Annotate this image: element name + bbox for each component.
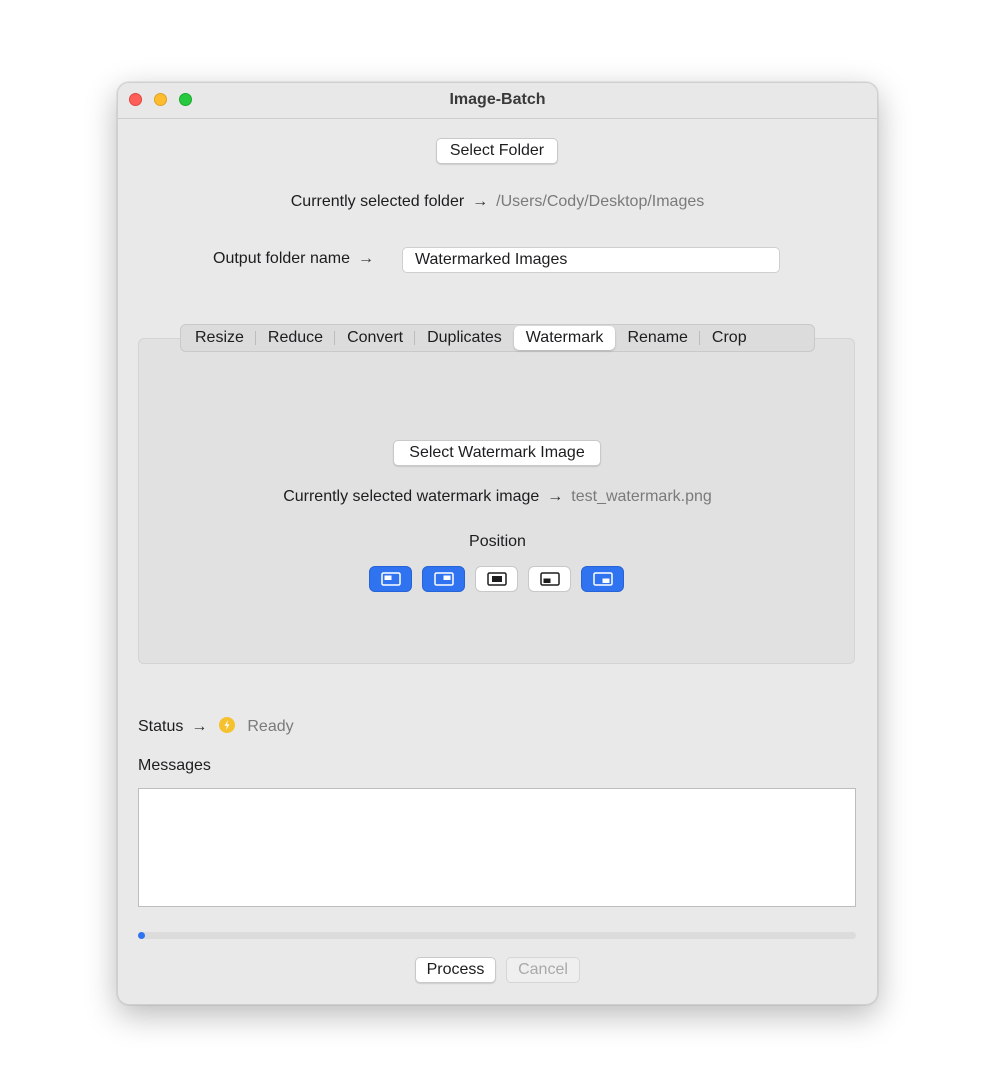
progress-bar-fill [138,932,145,939]
bottom-right-position-icon [592,572,613,586]
tab-reduce[interactable]: Reduce [256,326,336,350]
select-folder-button[interactable]: Select Folder [436,138,558,164]
status-label: Status [138,718,184,735]
center-position-icon [486,572,507,586]
lightning-bolt-icon [219,717,236,733]
title-bar: Image-Batch [118,83,877,119]
arrow-right-icon: → [191,718,208,735]
arrow-right-icon: → [357,250,374,267]
tab-watermark[interactable]: Watermark [513,326,616,350]
position-top-right-button[interactable] [422,566,465,592]
top-right-position-icon [433,572,454,586]
progress-bar [138,932,856,939]
tab-resize[interactable]: Resize [183,326,256,350]
position-center-button[interactable] [475,566,518,592]
selected-folder-path: /Users/Cody/Desktop/Images [496,193,705,210]
process-button[interactable]: Process [415,957,496,983]
tab-crop[interactable]: Crop [700,326,759,350]
status-row: Status → Ready [138,717,294,736]
output-folder-row: Output folder name → [213,250,382,268]
tab-duplicates[interactable]: Duplicates [415,326,514,350]
position-bottom-left-button[interactable] [528,566,571,592]
select-watermark-image-button[interactable]: Select Watermark Image [393,440,601,466]
cancel-button[interactable]: Cancel [506,957,580,983]
position-bottom-right-button[interactable] [581,566,624,592]
selected-folder-row: Currently selected folder → /Users/Cody/De… [118,193,877,211]
arrow-right-icon: → [472,193,489,210]
tab-rename[interactable]: Rename [615,326,701,350]
messages-text-area[interactable] [138,788,856,907]
status-value: Ready [247,718,294,735]
operation-tabs: Resize Reduce Convert Duplicates Waterma… [180,324,815,352]
selected-watermark-label: Currently selected watermark image [283,488,540,505]
output-folder-label: Output folder name [213,250,350,267]
selected-watermark-file: test_watermark.png [571,488,712,505]
arrow-right-icon: → [547,488,564,505]
top-left-position-icon [380,572,401,586]
selected-watermark-row: Currently selected watermark image → test_… [118,488,877,506]
messages-label: Messages [138,757,211,774]
position-label: Position [469,533,526,550]
app-window: Image-Batch Select Folder Currently sele… [117,82,878,1005]
bottom-left-position-icon [539,572,560,586]
tab-convert[interactable]: Convert [335,326,416,350]
window-title: Image-Batch [449,91,546,108]
position-top-left-button[interactable] [369,566,412,592]
output-folder-name-field[interactable]: Watermarked Images [402,247,780,273]
selected-folder-label: Currently selected folder [290,193,465,210]
